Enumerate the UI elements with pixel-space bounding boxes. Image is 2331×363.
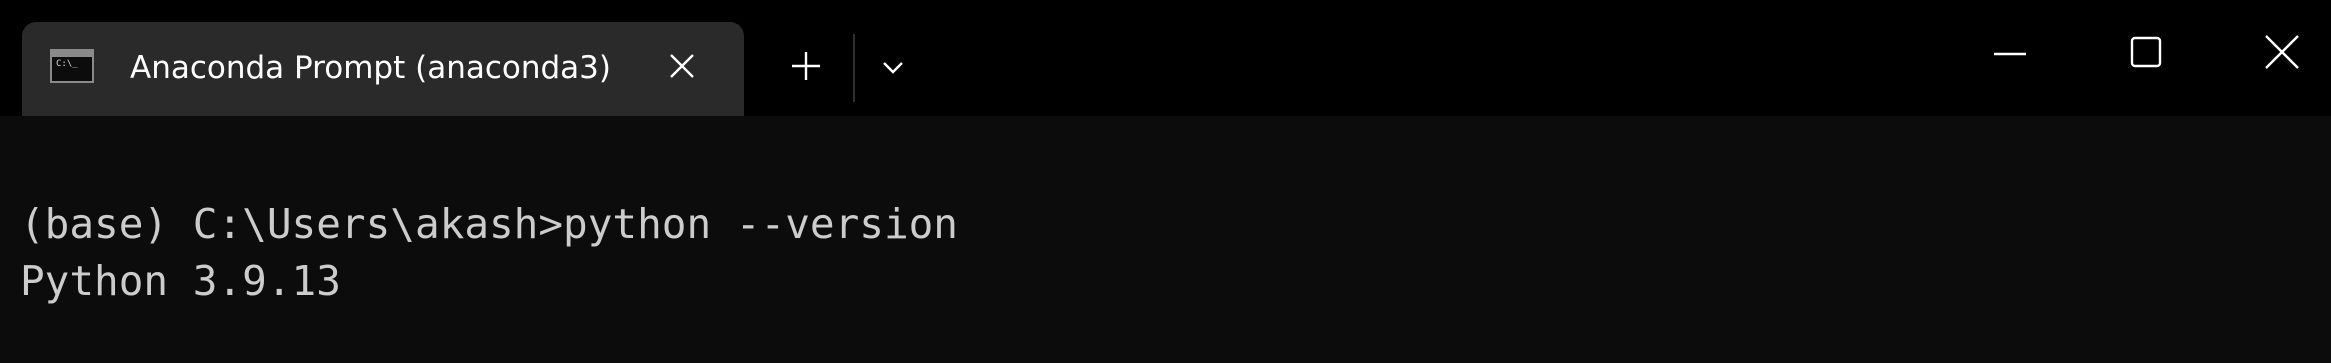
tab-anaconda-prompt[interactable]: C:\_ Anaconda Prompt (anaconda3) bbox=[22, 22, 744, 116]
close-icon bbox=[670, 54, 694, 78]
chevron-down-icon bbox=[883, 62, 903, 74]
maximize-icon bbox=[2130, 36, 2162, 68]
tab-dropdown-button[interactable] bbox=[876, 50, 910, 84]
terminal-output[interactable]: (base) C:\Users\akash>python --version P… bbox=[20, 196, 2320, 310]
tab-title: Anaconda Prompt (anaconda3) bbox=[130, 50, 611, 86]
terminal-icon-bar bbox=[52, 51, 92, 57]
maximize-button[interactable] bbox=[2124, 30, 2168, 74]
minimize-button[interactable] bbox=[1988, 30, 2032, 74]
terminal-icon: C:\_ bbox=[50, 49, 94, 83]
terminal-window: C:\_ Anaconda Prompt (anaconda3) (base) … bbox=[0, 0, 2331, 363]
terminal-line-command: (base) C:\Users\akash>python --version bbox=[20, 200, 958, 248]
terminal-icon-glyph: C:\_ bbox=[56, 59, 78, 69]
minimize-icon bbox=[1994, 52, 2026, 56]
plus-icon bbox=[792, 52, 820, 80]
close-window-button[interactable] bbox=[2260, 30, 2304, 74]
close-icon bbox=[2265, 35, 2299, 69]
title-bar[interactable]: C:\_ Anaconda Prompt (anaconda3) bbox=[0, 0, 2331, 116]
terminal-line-output: Python 3.9.13 bbox=[20, 257, 341, 305]
new-tab-button[interactable] bbox=[786, 46, 826, 86]
close-tab-button[interactable] bbox=[662, 46, 702, 86]
titlebar-separator bbox=[853, 34, 855, 102]
